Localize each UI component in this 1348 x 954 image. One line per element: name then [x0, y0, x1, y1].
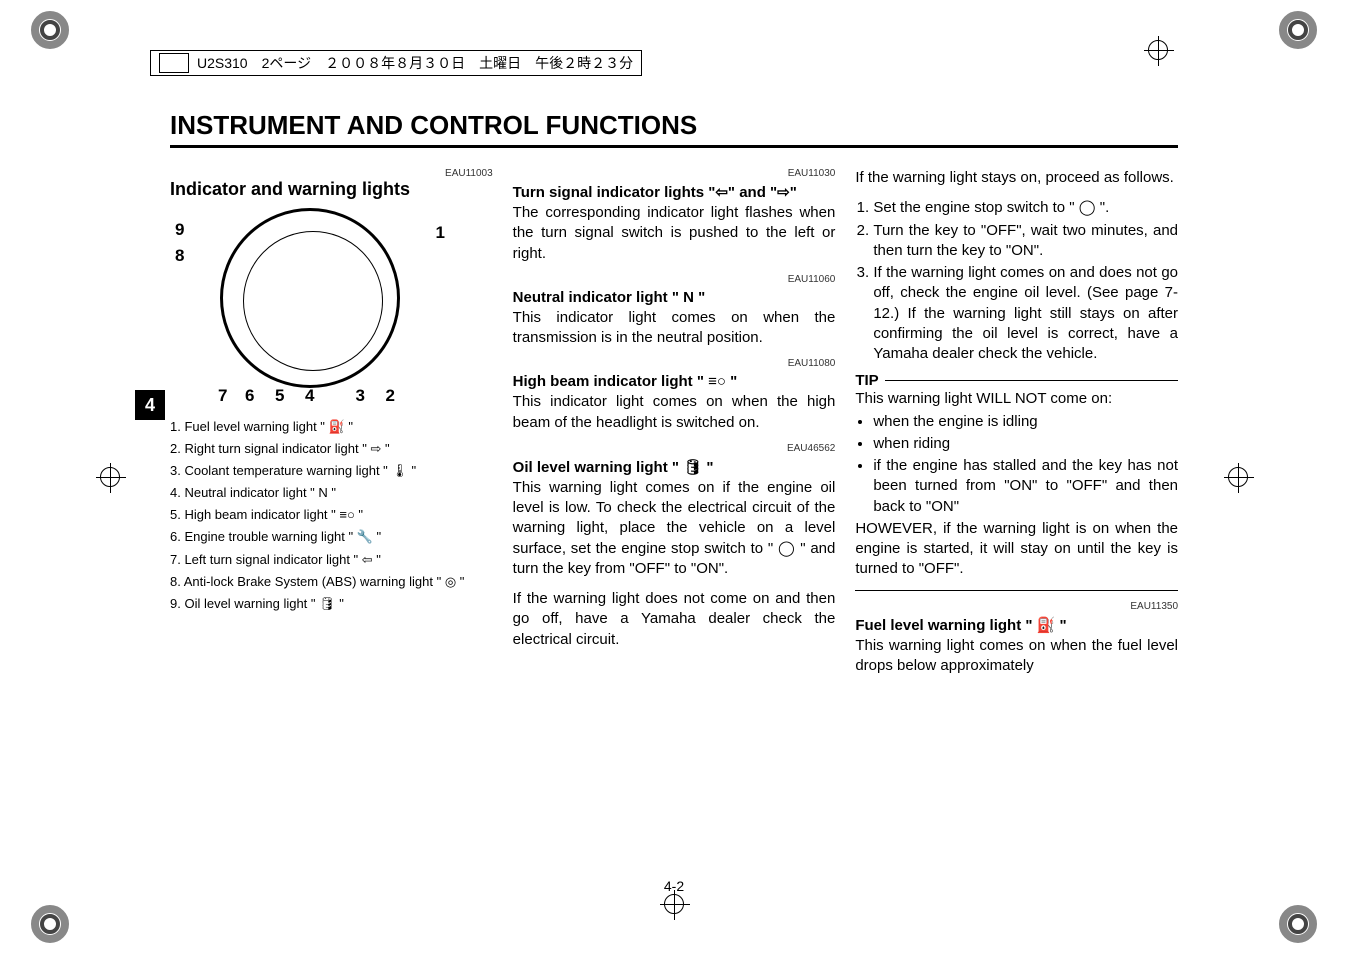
tip-however: HOWEVER, if the warning light is on when…	[855, 519, 1178, 580]
step-item: If the warning light comes on and does n…	[873, 263, 1178, 364]
chapter-tab: 4	[135, 390, 165, 420]
refcode: EAU11003	[170, 168, 493, 179]
callout-1: 1	[436, 223, 445, 243]
subsection-oil-level: Oil level warning light " 🛢 "	[513, 458, 836, 476]
book-icon	[159, 53, 189, 73]
procedure-steps: Set the engine stop switch to " ◯ ". Tur…	[873, 198, 1178, 364]
crop-mark-bl	[30, 904, 70, 944]
body-text: This indicator light comes on when the h…	[513, 392, 836, 433]
crop-mark-tl	[30, 10, 70, 50]
subsection-high-beam: High beam indicator light " ≡○ "	[513, 373, 836, 390]
tip-rule	[885, 380, 1178, 381]
refcode: EAU11030	[513, 168, 836, 179]
legend-item: 6. Engine trouble warning light " 🔧 "	[170, 526, 493, 548]
header-file-info: U2S310 2ページ ２００８年８月３０日 土曜日 午後２時２３分	[150, 50, 642, 76]
refcode: EAU11350	[855, 601, 1178, 612]
page-number: 4-2	[664, 878, 684, 894]
column-3: If the warning light stays on, proceed a…	[855, 168, 1178, 686]
registration-mark-bottom	[664, 894, 684, 914]
tip-bullet: when riding	[873, 434, 1178, 454]
tip-heading-row: TIP	[855, 372, 1178, 389]
legend-item: 4. Neutral indicator light " N "	[170, 482, 493, 504]
tip-label: TIP	[855, 372, 878, 389]
legend-item: 9. Oil level warning light " 🛢 "	[170, 593, 493, 615]
body-text: If the warning light stays on, proceed a…	[855, 168, 1178, 188]
tip-bullet: when the engine is idling	[873, 412, 1178, 432]
legend-item: 7. Left turn signal indicator light " ⇦ …	[170, 549, 493, 571]
crop-mark-br	[1278, 904, 1318, 944]
callout-3: 3	[356, 386, 365, 406]
gauge-diagram: 1 2 3 4 5 6 7 8 9	[170, 208, 450, 408]
legend-item: 1. Fuel level warning light " ⛽ "	[170, 416, 493, 438]
callout-5: 5	[275, 386, 284, 406]
divider	[855, 590, 1178, 591]
refcode: EAU46562	[513, 443, 836, 454]
registration-mark-top	[1148, 40, 1168, 60]
body-text: This warning light comes on if the engin…	[513, 478, 836, 579]
step-item: Turn the key to "OFF", wait two minutes,…	[873, 221, 1178, 262]
callout-2: 2	[386, 386, 395, 406]
step-item: Set the engine stop switch to " ◯ ".	[873, 198, 1178, 218]
column-2: EAU11030 Turn signal indicator lights "⇦…	[513, 168, 836, 686]
page-title: INSTRUMENT AND CONTROL FUNCTIONS	[170, 110, 1178, 148]
legend-item: 2. Right turn signal indicator light " ⇨…	[170, 438, 493, 460]
section-title-indicator-lights: Indicator and warning lights	[170, 179, 493, 200]
subsection-neutral: Neutral indicator light " N "	[513, 289, 836, 306]
subsection-turn-signal: Turn signal indicator lights "⇦" and "⇨"	[513, 183, 836, 201]
crop-mark-tr	[1278, 10, 1318, 50]
diagram-legend: 1. Fuel level warning light " ⛽ " 2. Rig…	[170, 416, 493, 615]
registration-mark-left	[100, 467, 120, 487]
body-text: This indicator light comes on when the t…	[513, 308, 836, 349]
callout-9: 9	[175, 220, 184, 240]
tip-bullets: when the engine is idling when riding if…	[873, 412, 1178, 517]
page-content: 4 INSTRUMENT AND CONTROL FUNCTIONS EAU11…	[170, 110, 1178, 864]
callout-7: 7	[218, 386, 227, 406]
legend-item: 3. Coolant temperature warning light " 🌡…	[170, 460, 493, 482]
tip-bullet: if the engine has stalled and the key ha…	[873, 456, 1178, 517]
refcode: EAU11060	[513, 274, 836, 285]
column-1: EAU11003 Indicator and warning lights 1 …	[170, 168, 493, 686]
registration-mark-right	[1228, 467, 1248, 487]
tip-intro: This warning light WILL NOT come on:	[855, 389, 1178, 409]
legend-item: 8. Anti-lock Brake System (ABS) warning …	[170, 571, 493, 593]
callout-8: 8	[175, 246, 184, 266]
body-text: The corresponding indicator light flashe…	[513, 203, 836, 264]
legend-item: 5. High beam indicator light " ≡○ "	[170, 504, 493, 526]
body-text: This warning light comes on when the fue…	[855, 636, 1178, 677]
subsection-fuel-level: Fuel level warning light " ⛽ "	[855, 616, 1178, 634]
body-text: If the warning light does not come on an…	[513, 589, 836, 650]
callout-4: 4	[305, 386, 314, 406]
file-info-text: U2S310 2ページ ２００８年８月３０日 土曜日 午後２時２３分	[197, 53, 633, 73]
refcode: EAU11080	[513, 358, 836, 369]
callout-6: 6	[245, 386, 254, 406]
